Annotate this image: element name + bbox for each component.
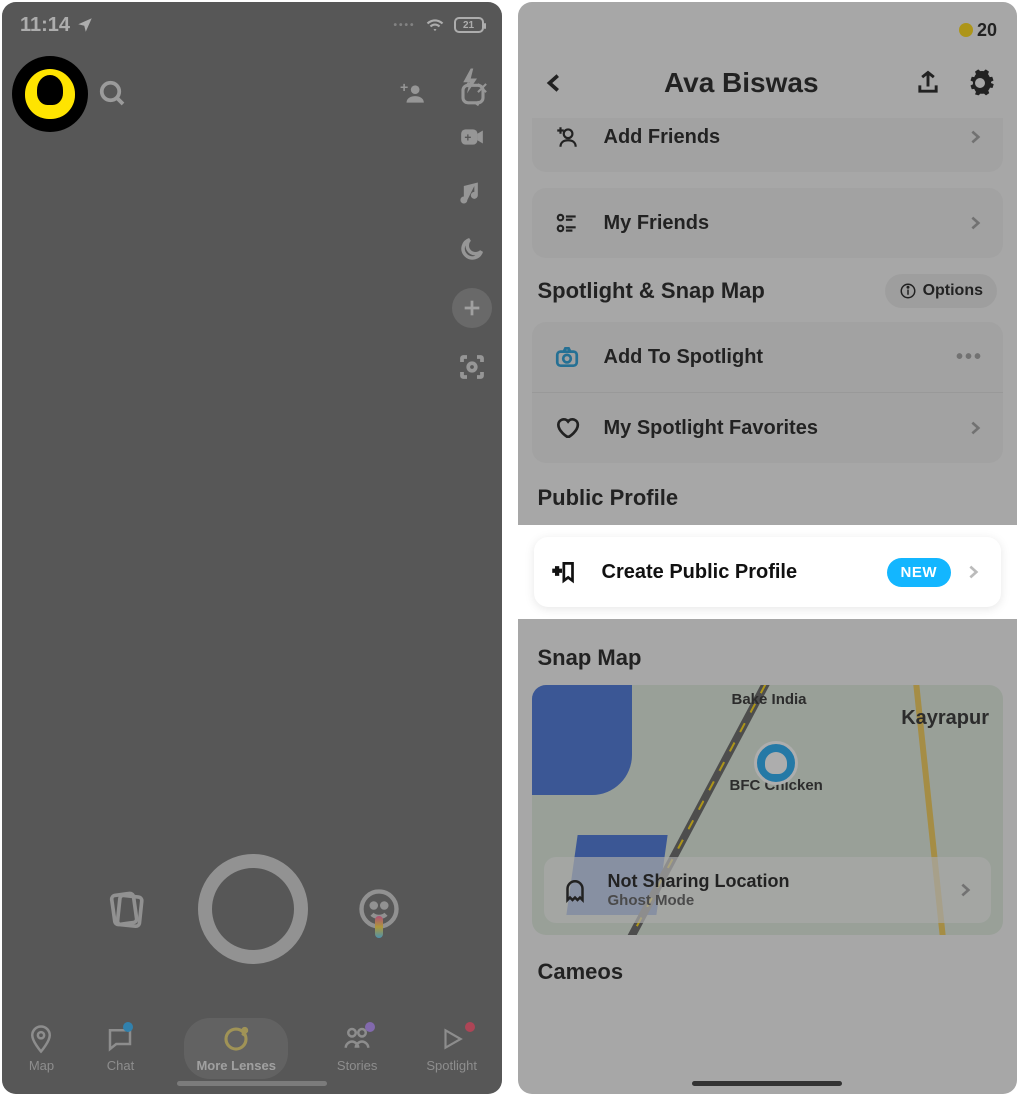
status-bar: 20 [518,2,1018,58]
location-status-subtitle: Ghost Mode [608,892,790,909]
chevron-right-icon [965,561,981,583]
home-indicator [692,1081,842,1086]
spotlight-section-header: Spotlight & Snap Map Options [518,274,1018,322]
options-button[interactable]: Options [885,274,997,308]
map-avatar-icon [754,741,798,785]
nav-chat[interactable]: Chat [105,1024,135,1073]
add-friend-icon [552,124,582,150]
create-public-profile-card[interactable]: + Create Public Profile NEW [534,537,1002,607]
spotlight-card: Add To Spotlight ••• My Spotlight Favori… [532,322,1004,463]
back-button[interactable] [538,66,572,100]
moon-icon[interactable] [455,232,489,266]
bookmark-plus-icon: + [552,559,580,585]
music-icon[interactable] [455,176,489,210]
profile-body: Add Friends My Friends Spotlight & Snap … [518,118,1018,1094]
wifi-icon [424,16,446,34]
camera-screen: 11:14 •••• 21 + ✕ + [2,2,502,1094]
add-friends-card[interactable]: Add Friends [532,118,1004,172]
nav-lenses[interactable]: More Lenses [184,1018,287,1079]
svg-text:+: + [400,81,408,95]
svg-text:✕: ✕ [475,81,486,97]
spotlight-favorites-row[interactable]: My Spotlight Favorites [532,393,1004,463]
coin-icon [959,23,973,37]
bitmoji-icon [25,69,75,119]
svg-text:+: + [464,130,471,144]
memories-icon[interactable] [104,887,148,931]
home-indicator [177,1081,327,1086]
nav-spotlight[interactable]: Spotlight [426,1024,477,1073]
profile-title: Ava Biswas [664,67,819,99]
status-time: 11:14 [20,14,70,37]
new-badge: NEW [887,558,952,587]
camera-icon [552,344,582,370]
location-arrow-icon [76,16,94,34]
video-plus-icon[interactable]: + [455,120,489,154]
spotlight-favorites-label: My Spotlight Favorites [604,417,818,440]
top-bar: + [2,48,502,132]
snap-map-preview[interactable]: Bake India Kayrapur BFC Chicken Not Shar… [532,685,1004,935]
highlight-area: + Create Public Profile NEW [518,525,1018,619]
coin-badge[interactable]: 20 [959,20,997,41]
my-friends-label: My Friends [604,212,710,235]
settings-button[interactable] [963,66,997,100]
add-tool-button[interactable] [452,288,492,328]
nav-stories[interactable]: Stories [337,1024,377,1073]
cell-dots-icon: •••• [393,20,415,31]
profile-avatar-button[interactable] [12,56,88,132]
add-friends-label: Add Friends [604,126,721,149]
scan-icon[interactable] [455,350,489,384]
chevron-right-icon [957,879,973,901]
share-button[interactable] [911,66,945,100]
battery-icon: 21 [454,17,484,33]
search-icon[interactable] [98,79,128,109]
status-bar: 11:14 •••• 21 [2,2,502,48]
add-spotlight-label: Add To Spotlight [604,346,764,369]
lens-carousel-icon[interactable] [358,888,400,930]
add-friend-icon[interactable]: + [398,81,428,107]
more-icon: ••• [956,346,983,369]
flash-off-icon[interactable]: ✕ [455,64,489,98]
location-status-row[interactable]: Not Sharing Location Ghost Mode [544,857,992,923]
chevron-right-icon [967,417,983,439]
chevron-right-icon [967,126,983,148]
map-label-bake: Bake India [732,691,807,708]
public-profile-section-title: Public Profile [518,479,1018,525]
svg-text:+: + [553,562,561,578]
snap-map-section-title: Snap Map [518,619,1018,685]
create-public-profile-label: Create Public Profile [602,561,798,584]
shutter-row [2,854,502,964]
friends-list-icon [552,210,582,236]
map-label-kayrapur: Kayrapur [901,707,989,730]
add-spotlight-row[interactable]: Add To Spotlight ••• [532,322,1004,393]
camera-tools: ✕ + [452,64,492,384]
info-icon [899,282,917,300]
profile-header: Ava Biswas [518,58,1018,118]
profile-screen: 20 Ava Biswas Add Friends [518,2,1018,1094]
chevron-right-icon [967,212,983,234]
heart-icon [552,415,582,441]
nav-map[interactable]: Map [26,1024,56,1073]
cameos-section-title: Cameos [518,935,1018,999]
ghost-icon [560,875,590,905]
my-friends-card[interactable]: My Friends [532,188,1004,258]
shutter-button[interactable] [198,854,308,964]
location-status-title: Not Sharing Location [608,871,790,892]
